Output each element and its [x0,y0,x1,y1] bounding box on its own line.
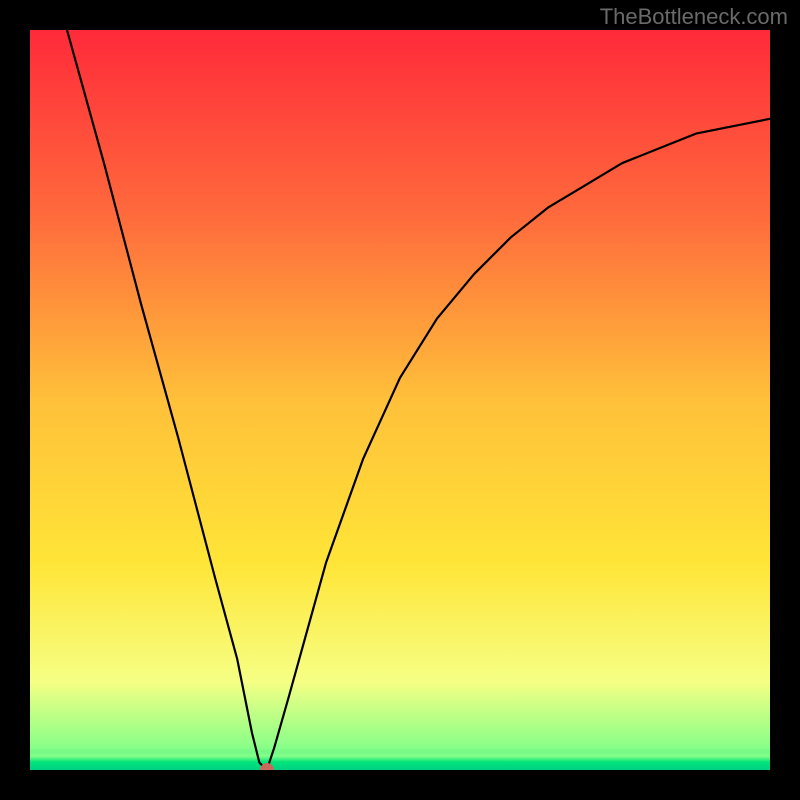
watermark-text: TheBottleneck.com [600,4,788,30]
chart-frame: TheBottleneck.com [0,0,800,800]
plot-area [30,30,770,770]
bottleneck-curve [30,30,770,770]
optimal-point-marker [260,763,274,770]
